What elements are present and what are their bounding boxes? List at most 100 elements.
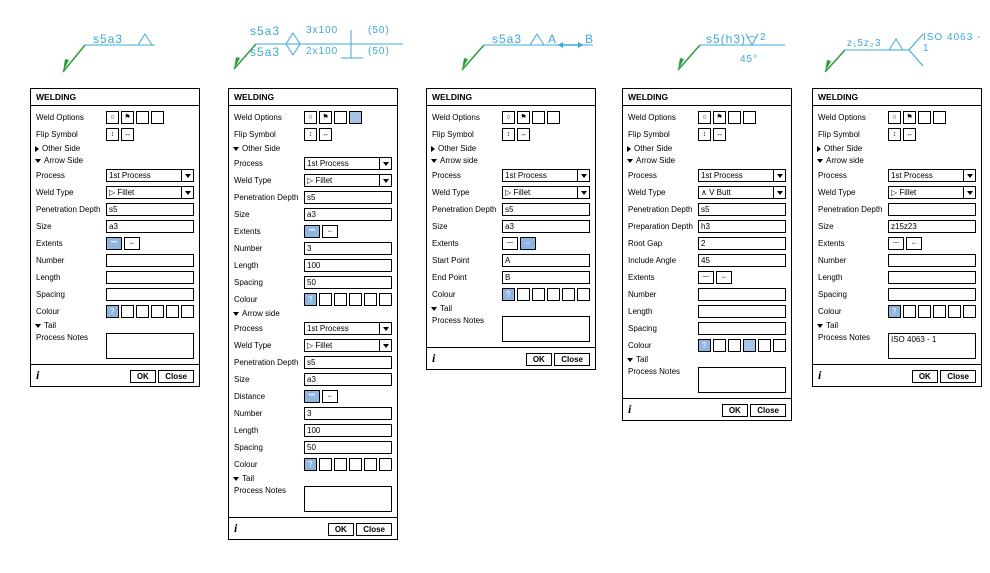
prep-depth-input[interactable]: h3 — [698, 220, 786, 233]
fh[interactable]: ↔ — [903, 128, 916, 141]
arrow-side-toggle[interactable]: Arrow side — [817, 156, 976, 165]
ok-button[interactable]: OK — [912, 370, 938, 383]
length-input[interactable]: 100 — [304, 259, 392, 272]
process-select[interactable]: 1st Process — [698, 169, 786, 182]
process-select[interactable]: 1st Process — [304, 157, 392, 170]
process-notes-input[interactable] — [106, 333, 194, 359]
c3[interactable] — [547, 288, 560, 301]
length-input[interactable] — [888, 271, 976, 284]
end-point-input[interactable]: B — [502, 271, 590, 284]
close-button[interactable]: Close — [750, 404, 786, 417]
c5[interactable] — [963, 305, 976, 318]
c3[interactable] — [933, 305, 946, 318]
flag-icon[interactable]: ○ — [106, 111, 119, 124]
cq[interactable]: ? — [502, 288, 515, 301]
o4[interactable] — [547, 111, 560, 124]
c4[interactable] — [948, 305, 961, 318]
c1[interactable] — [903, 305, 916, 318]
tail-toggle[interactable]: Tail — [627, 355, 786, 364]
spacing-input[interactable] — [106, 288, 194, 301]
close-button[interactable]: Close — [158, 370, 194, 383]
distance-btn-1[interactable]: ••• — [304, 390, 320, 403]
info-icon[interactable]: i — [628, 402, 631, 417]
c1[interactable] — [713, 339, 726, 352]
tail-toggle[interactable]: Tail — [35, 321, 194, 330]
weld-type-select[interactable]: ▷ Fillet — [304, 174, 392, 187]
number-input[interactable] — [698, 288, 786, 301]
flip-h-button[interactable]: ↔ — [319, 128, 332, 141]
root-gap-input[interactable]: 2 — [698, 237, 786, 250]
arrow-side-toggle[interactable]: Arrow side — [233, 309, 392, 318]
size-input[interactable]: z15z23 — [888, 220, 976, 233]
o1[interactable]: ○ — [502, 111, 515, 124]
eb1[interactable]: — — [698, 271, 714, 284]
colour-q[interactable]: ? — [304, 293, 317, 306]
fh[interactable]: ↔ — [517, 128, 530, 141]
c3[interactable] — [743, 339, 756, 352]
weld-type-select[interactable]: ∧ V Butt — [698, 186, 786, 199]
spacing-input[interactable] — [698, 322, 786, 335]
c1[interactable] — [319, 293, 332, 306]
other-side-toggle[interactable]: Other Side — [817, 144, 976, 153]
number-input[interactable]: 3 — [304, 242, 392, 255]
opt3-icon[interactable] — [334, 111, 347, 124]
eb2[interactable]: ↔ — [520, 237, 536, 250]
process-notes-input[interactable] — [502, 316, 590, 342]
o1[interactable]: ○ — [888, 111, 901, 124]
c2[interactable] — [334, 293, 347, 306]
process-select[interactable]: 1st Process — [502, 169, 590, 182]
process-notes-input[interactable] — [698, 367, 786, 393]
ok-button[interactable]: OK — [722, 404, 748, 417]
info-icon[interactable]: i — [234, 521, 237, 536]
info-icon[interactable]: i — [36, 368, 39, 383]
process-notes-input[interactable]: ISO 4063 - 1 — [888, 333, 976, 359]
process-select-as[interactable]: 1st Process — [304, 322, 392, 335]
ok-button[interactable]: OK — [526, 353, 552, 366]
info-icon[interactable]: i — [818, 368, 821, 383]
c4[interactable] — [364, 293, 377, 306]
other-side-toggle[interactable]: Other Side — [35, 144, 194, 153]
length-input[interactable] — [698, 305, 786, 318]
colour-5[interactable] — [181, 305, 194, 318]
pen-depth-input[interactable]: s5 — [304, 191, 392, 204]
c4[interactable] — [758, 339, 771, 352]
colour-3[interactable] — [151, 305, 164, 318]
number-input[interactable] — [888, 254, 976, 267]
c3-as[interactable] — [349, 458, 362, 471]
colour-2[interactable] — [136, 305, 149, 318]
opt4-icon[interactable] — [349, 111, 362, 124]
opt2-icon[interactable]: ⚑ — [121, 111, 134, 124]
pen-depth-input-as[interactable]: s5 — [304, 356, 392, 369]
spacing-input[interactable]: 50 — [304, 276, 392, 289]
c1-as[interactable] — [319, 458, 332, 471]
number-input-as[interactable]: 3 — [304, 407, 392, 420]
weld-type-select-as[interactable]: ▷ Fillet — [304, 339, 392, 352]
weld-type-select[interactable]: ▷ Fillet — [106, 186, 194, 199]
size-input[interactable]: a3 — [106, 220, 194, 233]
process-notes-input[interactable] — [304, 486, 392, 512]
tail-toggle[interactable]: Tail — [431, 304, 590, 313]
o1[interactable]: ○ — [698, 111, 711, 124]
c1[interactable] — [517, 288, 530, 301]
size-input[interactable]: a3 — [502, 220, 590, 233]
arrow-side-toggle[interactable]: Arrow Side — [627, 156, 786, 165]
c2[interactable] — [532, 288, 545, 301]
size-input[interactable]: a3 — [304, 208, 392, 221]
arrow-side-toggle[interactable]: Arrow side — [431, 156, 590, 165]
opt3-icon[interactable] — [136, 111, 149, 124]
colour-1[interactable] — [121, 305, 134, 318]
length-input-as[interactable]: 100 — [304, 424, 392, 437]
o3[interactable] — [728, 111, 741, 124]
other-side-toggle[interactable]: Other Side — [627, 144, 786, 153]
spacing-input[interactable] — [888, 288, 976, 301]
tail-toggle[interactable]: Tail — [233, 474, 392, 483]
other-side-toggle[interactable]: Other Side — [431, 144, 590, 153]
close-button[interactable]: Close — [940, 370, 976, 383]
eb2[interactable]: ↔ — [716, 271, 732, 284]
pen-depth-input[interactable]: s5 — [502, 203, 590, 216]
opt4-icon[interactable] — [151, 111, 164, 124]
ok-button[interactable]: OK — [328, 523, 354, 536]
pen-depth-input[interactable]: s5 — [698, 203, 786, 216]
cq[interactable]: ? — [888, 305, 901, 318]
c3[interactable] — [349, 293, 362, 306]
